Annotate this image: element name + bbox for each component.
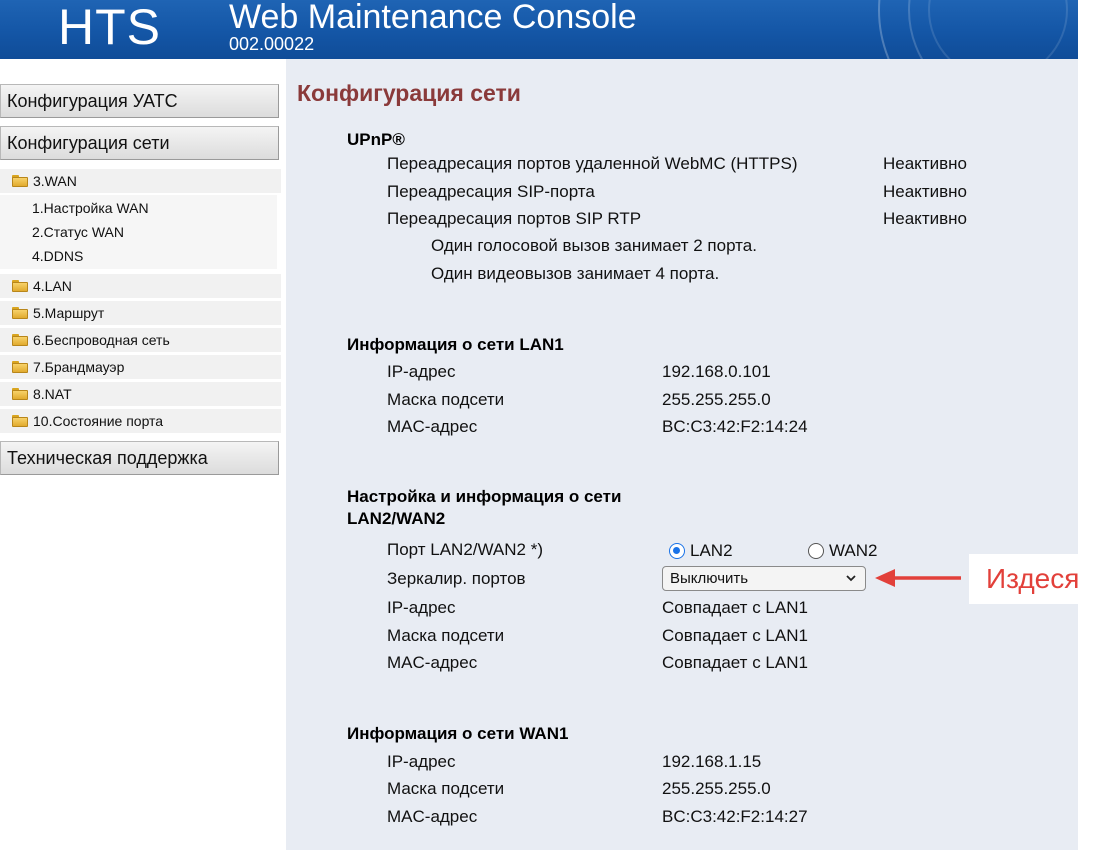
tree-item-route[interactable]: 5.Маршрут — [0, 301, 281, 325]
port-mode-label: Порт LAN2/WAN2 *) — [387, 540, 543, 559]
lan2-mac-label: MAC-адрес — [387, 653, 478, 672]
tree-item-label: 8.NAT — [33, 386, 72, 402]
tree-item-wan[interactable]: 3.WAN — [0, 169, 281, 193]
tree-item-label: 5.Маршрут — [33, 305, 105, 321]
brand-logo: HTS — [58, 0, 161, 55]
upnp-note: Один видеовызов занимает 4 порта. — [431, 264, 720, 283]
version-label: 002.00022 — [229, 34, 315, 54]
tree-item-label: 6.Беспроводная сеть — [33, 332, 170, 348]
lan1-mask-label: Маска подсети — [387, 390, 505, 409]
wan1-mac-label: MAC-адрес — [387, 807, 478, 826]
lan1-heading: Информация о сети LAN1 — [347, 335, 564, 354]
tree-item-lan[interactable]: 4.LAN — [0, 274, 281, 298]
wan1-mac-value: BC:C3:42:F2:14:27 — [662, 807, 808, 826]
port-mirroring-select[interactable]: Выключить — [662, 566, 866, 591]
lan2wan2-heading: Настройка и информация о сети — [347, 487, 622, 506]
upnp-row-value: Неактивно — [883, 182, 967, 201]
annotation-callout: Издеся — [969, 554, 1109, 604]
lan1-ip-label: IP-адрес — [387, 362, 456, 381]
sidebar-support-button[interactable]: Техническая поддержка — [0, 441, 279, 475]
annotation-arrow-icon — [875, 569, 961, 587]
upnp-row-label: Переадресация портов удаленной WebMC (HT… — [387, 154, 798, 173]
radio-wan2-label: WAN2 — [829, 541, 878, 560]
lan2-ip-label: IP-адрес — [387, 598, 456, 617]
sidebar-pbx-config-button[interactable]: Конфигурация УАТС — [0, 84, 279, 118]
folder-icon — [12, 280, 28, 292]
lan2wan2-heading: LAN2/WAN2 — [347, 509, 446, 528]
radio-button-unchecked[interactable] — [808, 543, 824, 559]
tree-item-label: 4.LAN — [33, 278, 72, 294]
lan2-mask-label: Маска подсети — [387, 626, 505, 645]
lan1-ip-value: 192.168.0.101 — [662, 362, 771, 381]
radio-wan2[interactable]: WAN2 — [808, 541, 878, 561]
chevron-down-icon — [846, 575, 856, 582]
folder-icon — [12, 175, 28, 187]
port-mirroring-label: Зеркалир. портов — [387, 569, 526, 588]
wan1-mask-label: Маска подсети — [387, 779, 505, 798]
submenu-wan-settings[interactable]: 1.Настройка WAN — [32, 198, 149, 218]
folder-icon — [12, 334, 28, 346]
folder-icon — [12, 361, 28, 373]
tree-item-label: 7.Брандмауэр — [33, 359, 125, 375]
lan1-mask-value: 255.255.255.0 — [662, 390, 771, 409]
lan2-mask-value: Совпадает с LAN1 — [662, 626, 808, 645]
upnp-row-value: Неактивно — [883, 209, 967, 228]
sidebar-network-config-button[interactable]: Конфигурация сети — [0, 126, 279, 160]
submenu-wan-status[interactable]: 2.Статус WAN — [32, 222, 124, 242]
lan2-ip-value: Совпадает с LAN1 — [662, 598, 808, 617]
wan1-heading: Информация о сети WAN1 — [347, 724, 569, 743]
tree-item-nat[interactable]: 8.NAT — [0, 382, 281, 406]
folder-icon — [12, 415, 28, 427]
wan1-ip-label: IP-адрес — [387, 752, 456, 771]
tree-item-firewall[interactable]: 7.Брандмауэр — [0, 355, 281, 379]
lan2-mac-value: Совпадает с LAN1 — [662, 653, 808, 672]
header-decoration — [928, 0, 1068, 59]
upnp-row-value: Неактивно — [883, 154, 967, 173]
port-mirroring-selected-value: Выключить — [670, 570, 749, 587]
submenu-ddns[interactable]: 4.DDNS — [32, 246, 83, 266]
page-title: Конфигурация сети — [297, 80, 521, 106]
tree-item-wireless[interactable]: 6.Беспроводная сеть — [0, 328, 281, 352]
tree-item-label: 10.Состояние порта — [33, 413, 164, 429]
radio-lan2-label: LAN2 — [690, 541, 733, 560]
folder-icon — [12, 388, 28, 400]
upnp-row-label: Переадресация портов SIP RTP — [387, 209, 642, 228]
upnp-row-label: Переадресация SIP-порта — [387, 182, 595, 201]
upnp-note: Один голосовой вызов занимает 2 порта. — [431, 236, 757, 255]
wan1-ip-value: 192.168.1.15 — [662, 752, 762, 771]
lan1-mac-label: MAC-адрес — [387, 417, 478, 436]
tree-item-port-status[interactable]: 10.Состояние порта — [0, 409, 281, 433]
lan1-mac-value: BC:C3:42:F2:14:24 — [662, 417, 808, 436]
tree-item-label: 3.WAN — [33, 173, 77, 189]
radio-lan2[interactable]: LAN2 — [669, 541, 733, 561]
wan-submenu: 1.Настройка WAN 2.Статус WAN 4.DDNS — [0, 195, 277, 269]
app-header: HTS Web Maintenance Console 002.00022 — [0, 0, 1078, 59]
upnp-heading: UPnP® — [347, 130, 405, 149]
folder-icon — [12, 307, 28, 319]
wan1-mask-value: 255.255.255.0 — [662, 779, 771, 798]
radio-button-checked[interactable] — [669, 543, 685, 559]
